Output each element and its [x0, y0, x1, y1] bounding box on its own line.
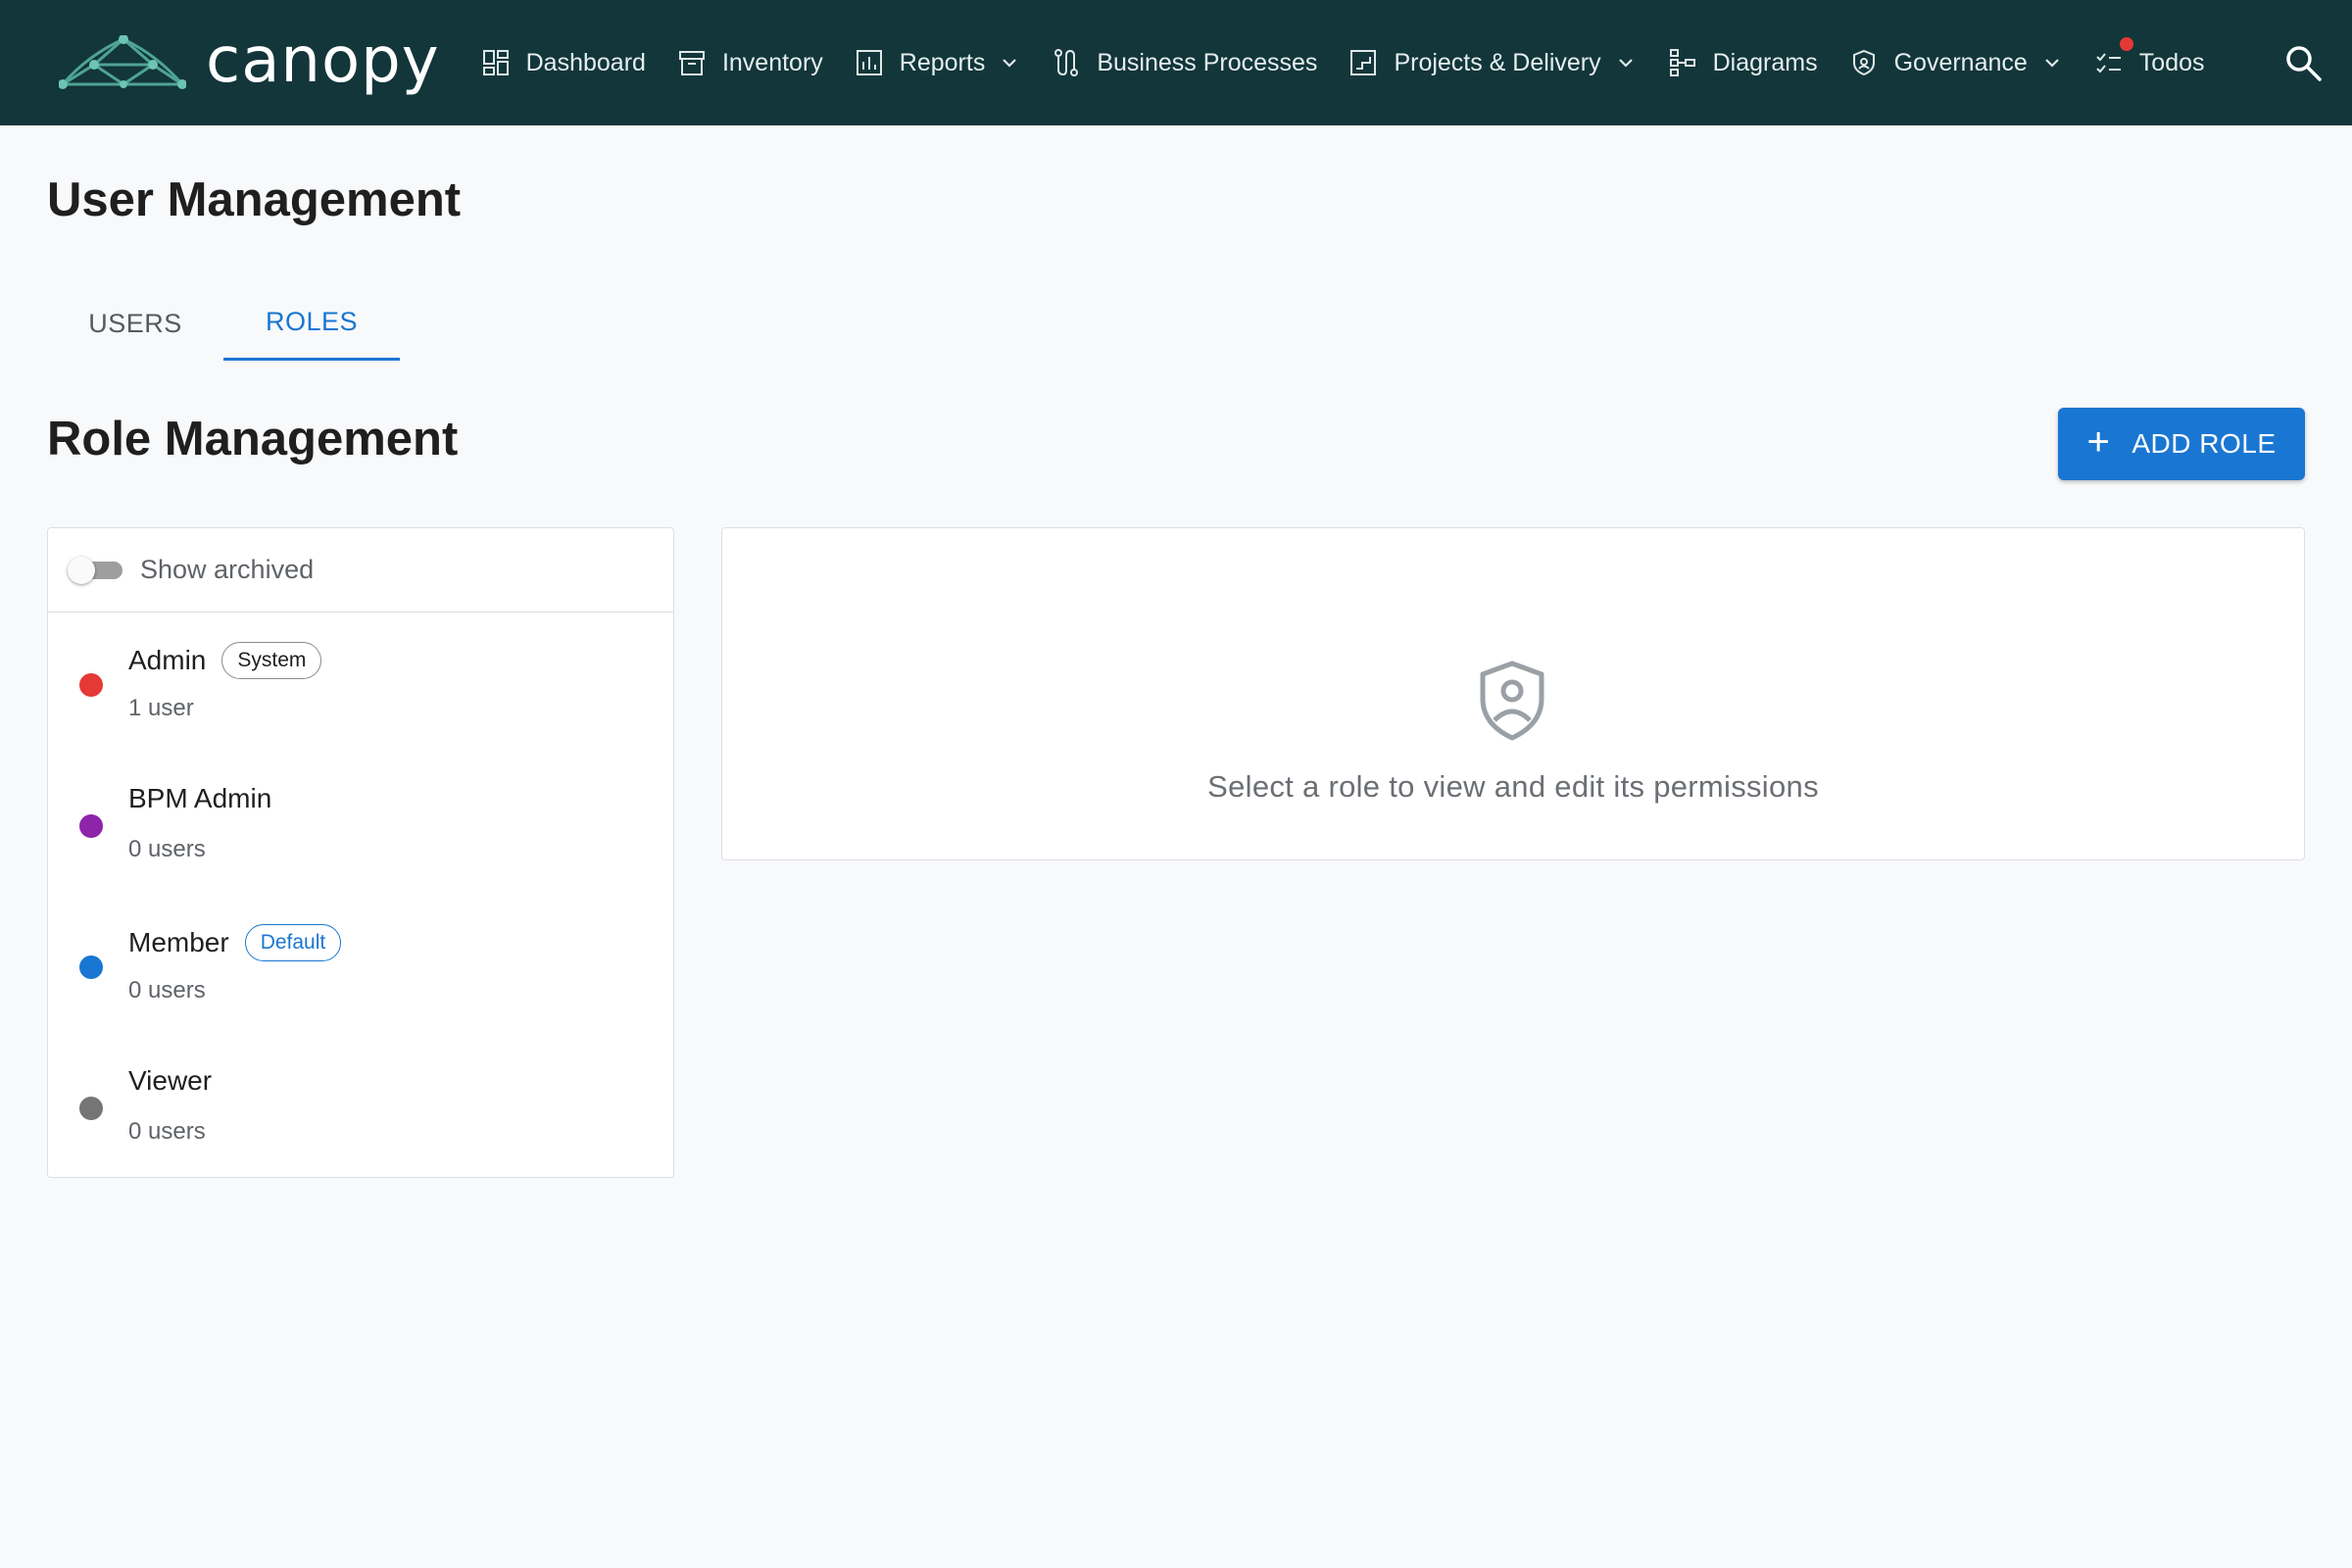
nav-label: Diagrams	[1712, 48, 1818, 76]
project-chart-icon	[1350, 50, 1377, 75]
nav-business-processes[interactable]: Business Processes	[1052, 0, 1317, 125]
show-archived-label: Show archived	[140, 555, 315, 584]
logo-text: canopy	[206, 24, 440, 97]
nav-diagrams[interactable]: Diagrams	[1668, 0, 1818, 125]
page-title: User Management	[47, 173, 462, 226]
role-color-dot	[79, 673, 103, 697]
nav-inventory[interactable]: Inventory	[677, 0, 823, 125]
tab-users[interactable]: USERS	[47, 286, 223, 361]
dashboard-icon	[482, 50, 509, 75]
shield-icon	[1852, 49, 1875, 76]
role-user-count: 0 users	[128, 836, 206, 862]
nav-projects-delivery[interactable]: Projects & Delivery	[1348, 0, 1636, 125]
system-badge: System	[221, 642, 322, 679]
role-user-count: 1 user	[128, 695, 194, 721]
role-name-row: Viewer	[128, 1065, 212, 1097]
plus-icon: +	[2086, 420, 2111, 464]
hierarchy-icon	[1669, 49, 1695, 76]
notification-dot	[2119, 37, 2133, 51]
shield-user-icon	[1480, 661, 1544, 741]
nav-governance[interactable]: Governance	[1849, 0, 2063, 125]
role-name-row: BPM Admin	[128, 783, 271, 814]
toggle-thumb	[68, 556, 95, 584]
role-item-admin[interactable]: Admin System 1 user	[48, 612, 673, 754]
role-item-member[interactable]: Member Default 0 users	[48, 895, 673, 1036]
role-color-dot	[79, 814, 103, 838]
role-name-row: Admin System	[128, 642, 322, 679]
role-name: Admin	[128, 645, 207, 675]
show-archived-toggle[interactable]	[68, 556, 124, 585]
nav-reports[interactable]: Reports	[855, 0, 1021, 125]
nav-label: Todos	[2138, 48, 2205, 76]
search-icon[interactable]	[2283, 43, 2323, 82]
canopy-logo[interactable]: canopy	[59, 0, 440, 125]
default-badge: Default	[244, 924, 342, 961]
nav-label: Business Processes	[1097, 48, 1318, 76]
role-color-dot	[79, 1097, 103, 1120]
roles-list-card: Show archived Admin System 1 user BPM Ad…	[47, 527, 674, 1178]
chevron-down-icon	[1003, 59, 1017, 68]
role-name-row: Member Default	[128, 924, 342, 961]
nav-label: Reports	[899, 48, 986, 76]
chevron-down-icon	[2045, 59, 2059, 68]
role-detail-panel: Select a role to view and edit its permi…	[721, 527, 2305, 860]
chevron-down-icon	[1618, 59, 1633, 68]
nav-label: Governance	[1893, 48, 2028, 76]
main-nav: Dashboard Inventory Reports Business Pro…	[481, 0, 2236, 125]
process-flow-icon	[1054, 49, 1079, 76]
add-role-button[interactable]: + ADD ROLE	[2058, 408, 2305, 480]
role-color-dot	[79, 956, 103, 979]
role-user-count: 0 users	[128, 1118, 206, 1145]
top-nav-bar: canopy Dashboard Inventory Reports Busin…	[0, 0, 2352, 125]
role-user-count: 0 users	[128, 977, 206, 1004]
canopy-logo-icon	[59, 35, 186, 89]
tab-roles[interactable]: ROLES	[223, 286, 400, 361]
checklist-icon	[2096, 53, 2121, 74]
role-name: Member	[128, 927, 229, 957]
role-name: BPM Admin	[128, 783, 272, 813]
role-name: Viewer	[128, 1065, 213, 1096]
role-item-viewer[interactable]: Viewer 0 users	[48, 1036, 673, 1177]
user-management-tabs: USERS ROLES	[47, 286, 400, 361]
nav-label: Dashboard	[525, 48, 646, 76]
nav-label: Projects & Delivery	[1394, 48, 1601, 76]
show-archived-row: Show archived	[48, 528, 673, 612]
add-role-label: ADD ROLE	[2132, 428, 2277, 459]
section-title: Role Management	[47, 413, 459, 466]
empty-state-message: Select a role to view and edit its permi…	[1207, 769, 1819, 804]
role-item-bpm-admin[interactable]: BPM Admin 0 users	[48, 754, 673, 895]
nav-todos[interactable]: Todos	[2094, 0, 2205, 125]
archive-box-icon	[678, 51, 705, 75]
nav-label: Inventory	[721, 48, 823, 76]
nav-dashboard[interactable]: Dashboard	[481, 0, 646, 125]
bar-chart-icon	[856, 50, 882, 75]
